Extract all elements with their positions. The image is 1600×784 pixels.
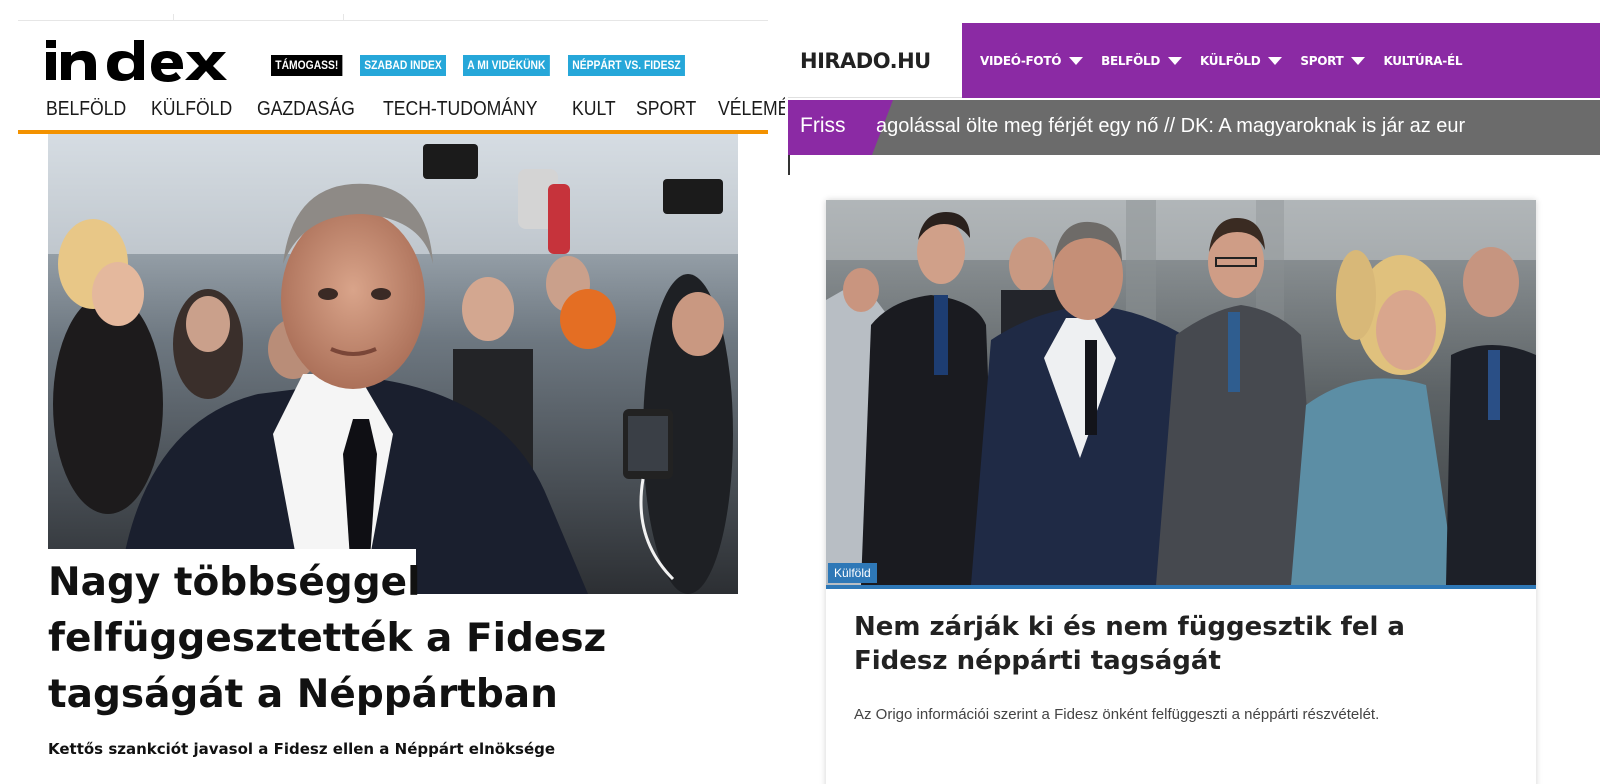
- index-logo[interactable]: [46, 40, 246, 82]
- chevron-down-icon: [1168, 56, 1183, 65]
- chevron-down-icon: [1268, 56, 1283, 65]
- category-badge[interactable]: Külföld: [828, 563, 877, 583]
- nav-belfold-label: BELFÖLD: [1101, 53, 1161, 68]
- top-divider: [18, 14, 768, 21]
- article-lead: Az Origo információi szerint a Fidesz ön…: [854, 706, 1380, 723]
- hirado-main-nav: VIDEÓ-FOTÓ BELFÖLD KÜLFÖLD SPORT KULTÚRA…: [962, 23, 1600, 98]
- nav-video-foto-label: VIDEÓ-FOTÓ: [980, 53, 1062, 68]
- nav-kultura-label: KULTÚRA-ÉL: [1383, 53, 1463, 68]
- nav-kultura-eletmod[interactable]: KULTÚRA-ÉL: [1383, 54, 1462, 68]
- index-hero-photo[interactable]: [48, 134, 738, 594]
- nav-gazdasag[interactable]: GAZDASÁG: [257, 98, 355, 121]
- hirado-logo[interactable]: HIRADO.HU: [800, 49, 931, 73]
- index-panel: TÁMOGASS! SZABAD INDEX A MI VIDÉKÜNK NÉP…: [0, 0, 785, 784]
- category-accent-bar: [826, 585, 1536, 589]
- breaking-news-ticker[interactable]: Friss agolással ölte meg férjét egy nő /…: [788, 100, 1600, 155]
- ticker-text[interactable]: agolással ölte meg férjét egy nő // DK: …: [876, 115, 1465, 138]
- article-card[interactable]: Külföld Nem zárják ki és nem függesztik …: [826, 200, 1536, 784]
- walking-delegation-photo: [826, 200, 1536, 585]
- chevron-down-icon: [1351, 56, 1366, 65]
- nav-velemeny[interactable]: VÉLEMÉN: [718, 98, 785, 121]
- tag-a-mi-videkunk[interactable]: A MI VIDÉKÜNK: [463, 55, 550, 76]
- nav-belfold[interactable]: BELFÖLD: [46, 98, 126, 121]
- hirado-panel: HIRADO.HU VIDEÓ-FOTÓ BELFÖLD KÜLFÖLD SPO…: [788, 0, 1600, 784]
- nav-video-foto[interactable]: VIDEÓ-FOTÓ: [980, 53, 1084, 68]
- tag-neppart-vs-fidesz[interactable]: NÉPPÁRT VS. FIDESZ: [568, 55, 685, 76]
- index-main-nav: BELFÖLD KÜLFÖLD GAZDASÁG TECH-TUDOMÁNY K…: [46, 98, 785, 121]
- tag-tamogass[interactable]: TÁMOGASS!: [271, 55, 343, 76]
- article-headline[interactable]: Nem zárják ki és nem függesztik fel a Fi…: [854, 610, 1504, 678]
- index-logo-mark: [46, 40, 227, 82]
- index-tag-strip: TÁMOGASS! SZABAD INDEX A MI VIDÉKÜNK NÉP…: [271, 55, 708, 76]
- nav-sport[interactable]: SPORT: [636, 98, 696, 121]
- tag-szabad-index[interactable]: SZABAD INDEX: [360, 55, 447, 76]
- index-lead[interactable]: Kettős szankciót javasol a Fidesz ellen …: [48, 740, 555, 758]
- nav-sport-hirado[interactable]: SPORT: [1300, 53, 1366, 68]
- nav-kult[interactable]: KULT: [572, 98, 616, 121]
- nav-belfold-hirado[interactable]: BELFÖLD: [1101, 53, 1183, 68]
- left-edge-divider: [788, 155, 790, 175]
- nav-tech-tudomany[interactable]: TECH-TUDOMÁNY: [383, 98, 537, 121]
- nav-sport-label: SPORT: [1300, 53, 1344, 68]
- nav-kulfold-label: KÜLFÖLD: [1200, 53, 1261, 68]
- nav-kulfold-hirado[interactable]: KÜLFÖLD: [1200, 53, 1283, 68]
- nav-kulfold[interactable]: KÜLFÖLD: [151, 98, 232, 121]
- article-photo[interactable]: [826, 200, 1536, 585]
- press-scrum-photo: [48, 134, 738, 594]
- friss-label: Friss: [800, 114, 846, 137]
- index-headline[interactable]: Nagy többséggel felfüggesztették a Fides…: [48, 555, 708, 723]
- chevron-down-icon: [1069, 56, 1084, 65]
- hirado-header: HIRADO.HU VIDEÓ-FOTÓ BELFÖLD KÜLFÖLD SPO…: [788, 23, 1600, 98]
